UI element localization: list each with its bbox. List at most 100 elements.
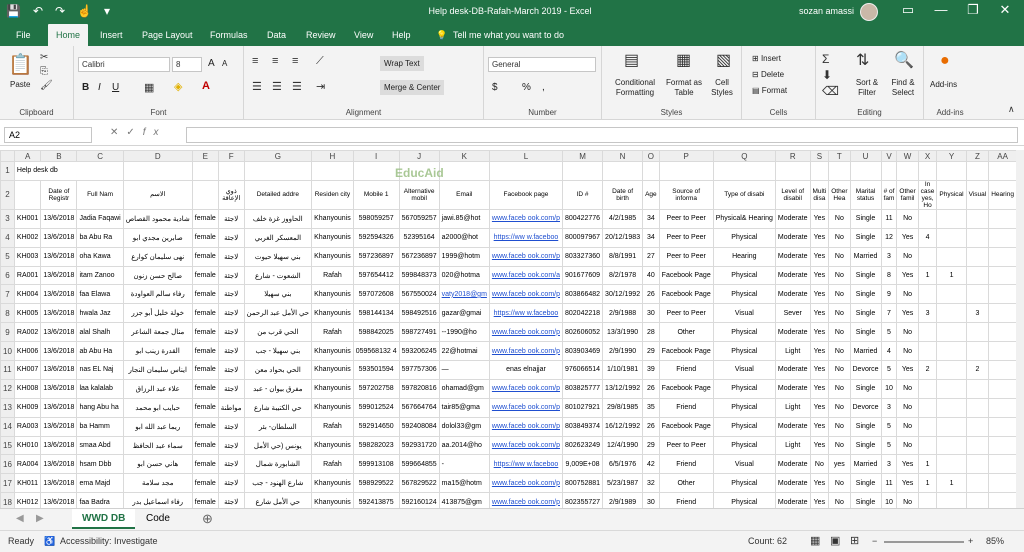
close-button[interactable]: ✕	[990, 2, 1020, 18]
middle-align-icon[interactable]: ≡	[272, 55, 278, 67]
cell[interactable]: female	[191, 284, 219, 305]
column-header[interactable]: AA	[988, 150, 1016, 162]
cell[interactable]	[936, 246, 967, 267]
cell[interactable]: hang Abu ha	[76, 397, 124, 418]
cell[interactable]: شادية محمود القصاص	[122, 208, 193, 229]
cell[interactable]	[965, 416, 990, 437]
cell[interactable]: 8	[880, 265, 898, 286]
cell[interactable]: Single	[849, 322, 882, 343]
cell[interactable]	[936, 435, 967, 456]
zoom-in-icon[interactable]: +	[968, 536, 973, 546]
cell[interactable]: لاجئة	[217, 416, 245, 437]
row-header[interactable]: 14	[0, 416, 15, 437]
autosum-icon[interactable]: Σ	[822, 52, 829, 66]
cut-icon[interactable]: ✂	[40, 52, 48, 63]
cell[interactable]: KH011	[13, 473, 42, 494]
cell[interactable]: ايناس سليمان النجار	[122, 360, 193, 380]
bold-button[interactable]: B	[82, 82, 89, 93]
cell[interactable]: 13/6/2018	[40, 322, 78, 343]
row-header[interactable]: 4	[0, 227, 15, 248]
cell[interactable]: Yes	[809, 360, 830, 380]
cell[interactable]: 598144134	[352, 303, 400, 324]
customize-qat-icon[interactable]: ▾	[104, 4, 110, 18]
column-header[interactable]: E	[191, 150, 219, 162]
cell[interactable]: 13/6/2018	[40, 208, 78, 229]
cell[interactable]: No	[828, 284, 851, 305]
cell[interactable]	[658, 161, 714, 181]
cell[interactable]: 13/6/2018	[40, 265, 78, 286]
column-header[interactable]: V	[880, 150, 898, 162]
cell[interactable]: 597820816	[398, 378, 440, 399]
header-cell[interactable]: الاسم	[122, 179, 193, 210]
cell[interactable]: 567664764	[398, 397, 440, 418]
column-header[interactable]: X	[917, 150, 938, 162]
cell[interactable]: 5	[880, 360, 898, 380]
cell[interactable]	[965, 208, 990, 229]
cell[interactable]: ba Abu Ra	[76, 227, 124, 248]
cell[interactable]: Physical	[712, 416, 776, 437]
cell[interactable]: 592408084	[398, 416, 440, 437]
cell[interactable]: ema Majd	[76, 473, 124, 494]
cell[interactable]	[988, 473, 1016, 494]
cell[interactable]: 4/2/1985	[602, 208, 644, 229]
cell[interactable]: 593501594	[352, 360, 400, 380]
cell[interactable]: 1/10/1981	[602, 360, 644, 380]
cell[interactable]: 598492516	[398, 303, 440, 324]
vertical-scrollbar[interactable]	[1016, 150, 1024, 508]
cell[interactable]: KH009	[13, 397, 42, 418]
cell[interactable]: 35	[642, 397, 660, 418]
cell[interactable]: 30	[642, 303, 660, 324]
name-box[interactable]: A2	[4, 127, 92, 143]
cell[interactable]: رفاء اسماعيل بدر	[122, 492, 193, 508]
cell[interactable]: 26	[642, 284, 660, 305]
cell[interactable]: 26	[642, 416, 660, 437]
cell[interactable]: ba Hamm	[76, 416, 124, 437]
cell[interactable]: 5	[880, 416, 898, 437]
cell[interactable]: 020@hotma	[438, 265, 490, 286]
cell[interactable]: Khanyounis	[311, 246, 354, 267]
cell[interactable]: dolol33@gm	[438, 416, 490, 437]
cell[interactable]: Moderate	[774, 492, 811, 508]
cell[interactable]	[965, 284, 990, 305]
cell[interactable]: 1	[936, 473, 967, 494]
cell[interactable]: لاجئة	[217, 265, 245, 286]
cell[interactable]: لاجئة	[217, 227, 245, 248]
cell[interactable]: 597757306	[398, 360, 440, 380]
cell[interactable]: Yes	[809, 322, 830, 343]
conditional-formatting-icon[interactable]: ▤	[624, 50, 639, 70]
cell[interactable]: female	[191, 360, 219, 380]
cell[interactable]: Married	[849, 246, 882, 267]
cell[interactable]: المعسكر الغربي	[243, 227, 313, 248]
cell[interactable]: 2/9/1988	[602, 303, 644, 324]
cell[interactable]: Peer to Peer	[658, 227, 714, 248]
cell[interactable]	[712, 161, 776, 181]
cell[interactable]: 30	[642, 492, 660, 508]
cell[interactable]	[936, 454, 967, 475]
cell[interactable]: www.faceb ook.com/p	[488, 322, 564, 343]
cell[interactable]: 3	[917, 303, 938, 324]
cell[interactable]: 598929522	[352, 473, 400, 494]
cell[interactable]	[917, 492, 938, 508]
cell[interactable]: female	[191, 454, 219, 475]
header-cell[interactable]: Full Nam	[76, 179, 124, 210]
cell[interactable]: 059568132 4	[352, 341, 400, 362]
cell[interactable]: 4	[880, 341, 898, 362]
cell[interactable]: 1	[936, 265, 967, 286]
cell[interactable]: 13/6/2018	[40, 246, 78, 267]
header-cell[interactable]: Age	[642, 179, 660, 210]
cell[interactable]	[352, 161, 400, 181]
cell[interactable]: لاجئة	[217, 246, 245, 267]
cell[interactable]: www.faceb ook.com/p	[488, 473, 564, 494]
clear-icon[interactable]: ⌫	[822, 84, 839, 98]
cell[interactable]: female	[191, 303, 219, 324]
cell[interactable]: Devorce	[849, 397, 882, 418]
align-right-icon[interactable]: ☰	[292, 80, 302, 93]
cell[interactable]: Married	[849, 454, 882, 475]
cell[interactable]: https://ww w.faceboo	[488, 303, 564, 324]
cell[interactable]: Rafah	[311, 454, 354, 475]
cell[interactable]: 1	[917, 265, 938, 286]
cell[interactable]: Friend	[658, 397, 714, 418]
cell[interactable]	[896, 161, 919, 181]
sheet-title-cell[interactable]: Help desk db	[13, 161, 124, 181]
cell[interactable]: 5	[880, 322, 898, 343]
